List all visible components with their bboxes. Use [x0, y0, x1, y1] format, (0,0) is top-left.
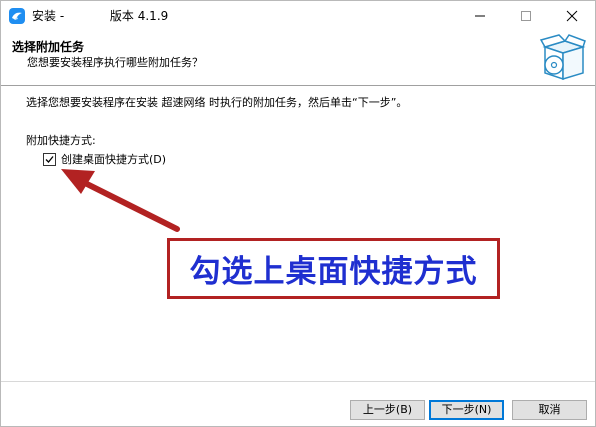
annotation-arrow: [61, 169, 180, 232]
next-button[interactable]: 下一步(N): [429, 400, 504, 420]
cancel-button[interactable]: 取消: [512, 400, 587, 420]
back-button[interactable]: 上一步(B): [350, 400, 425, 420]
annotation-text: 勾选上桌面快捷方式: [189, 254, 478, 290]
annotation-callout: 勾选上桌面快捷方式: [167, 238, 500, 299]
installer-window: 安装 - 版本 4.1.9 选择附加任务 您想要安装程序执行哪些附加任务？ 选择…: [0, 0, 596, 427]
footer-divider: [1, 381, 595, 383]
